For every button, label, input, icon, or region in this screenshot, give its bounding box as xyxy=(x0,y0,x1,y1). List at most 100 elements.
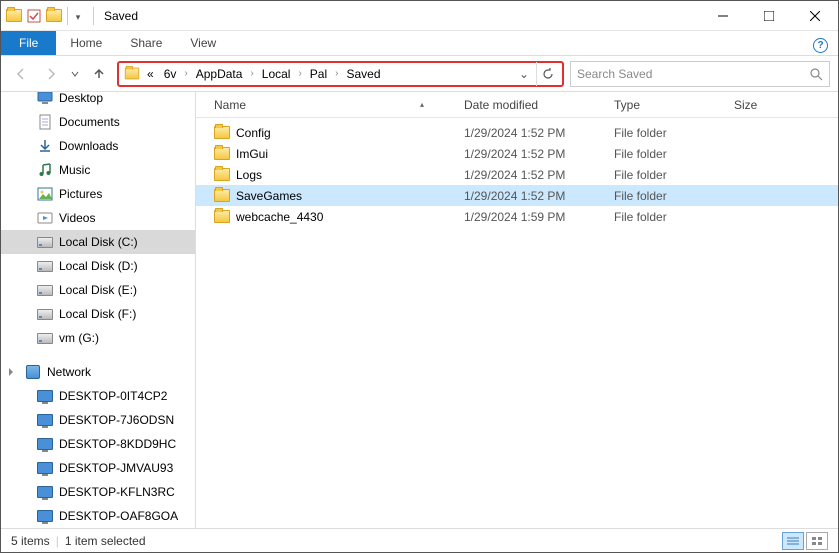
titlebar: ▾ Saved xyxy=(1,1,838,31)
tree-item[interactable]: Documents xyxy=(1,110,195,134)
tree-item-label: Local Disk (C:) xyxy=(59,235,138,249)
chevron-right-icon[interactable]: › xyxy=(296,68,303,79)
tree-item-label: DESKTOP-7J6ODSN xyxy=(59,413,174,427)
tree-item[interactable]: Local Disk (F:) xyxy=(1,302,195,326)
file-date: 1/29/2024 1:52 PM xyxy=(464,168,614,182)
breadcrumb[interactable]: AppData xyxy=(192,65,247,83)
music-icon xyxy=(37,162,53,178)
computer-icon xyxy=(37,436,53,452)
tab-view[interactable]: View xyxy=(176,31,230,55)
tree-item[interactable]: Music xyxy=(1,158,195,182)
breadcrumb-prefix[interactable]: « xyxy=(143,65,158,83)
file-list[interactable]: Config1/29/2024 1:52 PMFile folderImGui1… xyxy=(196,118,838,528)
tree-item-label: Local Disk (F:) xyxy=(59,307,136,321)
file-date: 1/29/2024 1:59 PM xyxy=(464,210,614,224)
tree-item-label: Videos xyxy=(59,211,95,225)
file-type: File folder xyxy=(614,147,734,161)
recent-dropdown[interactable] xyxy=(69,62,81,86)
close-button[interactable] xyxy=(792,1,838,31)
back-button[interactable] xyxy=(9,62,33,86)
tree-item[interactable]: DESKTOP-8KDD9HC xyxy=(1,432,195,456)
status-count: 5 items xyxy=(11,534,50,548)
file-type: File folder xyxy=(614,189,734,203)
column-name[interactable]: Name▴ xyxy=(214,98,464,112)
chevron-right-icon[interactable]: › xyxy=(248,68,255,79)
file-name: webcache_4430 xyxy=(236,210,323,224)
tree-item[interactable]: Downloads xyxy=(1,134,195,158)
forward-button[interactable] xyxy=(39,62,63,86)
tree-item-label: vm (G:) xyxy=(59,331,99,345)
tree-item[interactable]: vm (G:) xyxy=(1,326,195,350)
column-date[interactable]: Date modified xyxy=(464,98,614,112)
up-button[interactable] xyxy=(87,62,111,86)
tree-item[interactable]: DESKTOP-OAF8GOA xyxy=(1,504,195,528)
download-icon xyxy=(37,138,53,154)
tree-item[interactable]: DESKTOP-0IT4CP2 xyxy=(1,384,195,408)
maximize-button[interactable] xyxy=(746,1,792,31)
checkbox-icon[interactable] xyxy=(25,7,43,25)
search-placeholder: Search Saved xyxy=(577,67,652,81)
file-row[interactable]: webcache_44301/29/2024 1:59 PMFile folde… xyxy=(196,206,838,227)
computer-icon xyxy=(37,412,53,428)
navigation-pane[interactable]: Desktop Documents Downloads MusicPictures Vi… xyxy=(1,92,196,528)
minimize-button[interactable] xyxy=(700,1,746,31)
tree-item[interactable]: Local Disk (D:) xyxy=(1,254,195,278)
file-date: 1/29/2024 1:52 PM xyxy=(464,189,614,203)
tree-item[interactable]: Pictures xyxy=(1,182,195,206)
status-bar: 5 items | 1 item selected xyxy=(1,528,838,552)
ribbon-tabs: File Home Share View ? xyxy=(1,31,838,56)
file-row[interactable]: Logs1/29/2024 1:52 PMFile folder xyxy=(196,164,838,185)
help-icon[interactable]: ? xyxy=(813,38,828,53)
tree-item[interactable]: DESKTOP-KFLN3RC xyxy=(1,480,195,504)
file-row[interactable]: Config 1/29/2024 1:52 PMFile folder xyxy=(196,122,838,143)
computer-icon xyxy=(37,508,53,524)
sort-indicator-icon: ▴ xyxy=(420,100,424,109)
picture-icon xyxy=(37,186,53,202)
desktop-icon xyxy=(37,92,53,106)
refresh-button[interactable] xyxy=(536,62,558,86)
tree-item-label: DESKTOP-KFLN3RC xyxy=(59,485,175,499)
tree-item-network[interactable]: Network xyxy=(1,360,195,384)
chevron-right-icon[interactable]: › xyxy=(333,68,340,79)
tab-home[interactable]: Home xyxy=(56,31,116,55)
breadcrumb[interactable]: Saved xyxy=(342,65,384,83)
column-type[interactable]: Type xyxy=(614,98,734,112)
file-row[interactable]: ImGui1/29/2024 1:52 PMFile folder xyxy=(196,143,838,164)
tree-item[interactable]: Videos xyxy=(1,206,195,230)
breadcrumb[interactable]: Local xyxy=(258,65,295,83)
computer-icon xyxy=(37,388,53,404)
details-view-button[interactable] xyxy=(782,532,804,550)
tree-item-label: Desktop xyxy=(59,92,103,105)
search-input[interactable]: Search Saved xyxy=(570,61,830,87)
overflow-icon[interactable]: ▾ xyxy=(67,7,85,25)
address-dropdown[interactable]: ⌄ xyxy=(516,67,532,81)
chevron-right-icon[interactable]: › xyxy=(182,68,189,79)
large-icons-view-button[interactable] xyxy=(806,532,828,550)
computer-icon xyxy=(37,484,53,500)
tab-file[interactable]: File xyxy=(1,31,56,55)
folder-icon xyxy=(214,209,230,225)
tree-item[interactable]: DESKTOP-7J6ODSN xyxy=(1,408,195,432)
breadcrumb[interactable]: Pal xyxy=(306,65,331,83)
tree-item[interactable]: DESKTOP-JMVAU93 xyxy=(1,456,195,480)
address-bar[interactable]: « 6v › AppData › Local › Pal › Saved xyxy=(123,65,516,83)
drive-icon xyxy=(37,258,53,274)
tree-item-label: Downloads xyxy=(59,139,118,153)
file-type: File folder xyxy=(614,126,734,140)
tree-item[interactable]: Desktop xyxy=(1,92,195,110)
file-row[interactable]: SaveGames1/29/2024 1:52 PMFile folder xyxy=(196,185,838,206)
file-date: 1/29/2024 1:52 PM xyxy=(464,147,614,161)
tree-item-label: Network xyxy=(47,365,91,379)
navbar: « 6v › AppData › Local › Pal › Saved ⌄ S… xyxy=(1,56,838,92)
file-name: Config xyxy=(236,126,271,140)
tree-item[interactable]: Local Disk (E:) xyxy=(1,278,195,302)
tab-share[interactable]: Share xyxy=(116,31,176,55)
search-icon xyxy=(809,67,823,81)
column-size[interactable]: Size xyxy=(734,98,794,112)
folder-icon xyxy=(214,125,230,141)
tree-item[interactable]: Local Disk (C:) xyxy=(1,230,195,254)
status-selection: 1 item selected xyxy=(65,534,146,548)
file-date: 1/29/2024 1:52 PM xyxy=(464,126,614,140)
breadcrumb-root[interactable]: 6v xyxy=(160,65,181,83)
folder-icon xyxy=(214,188,230,204)
